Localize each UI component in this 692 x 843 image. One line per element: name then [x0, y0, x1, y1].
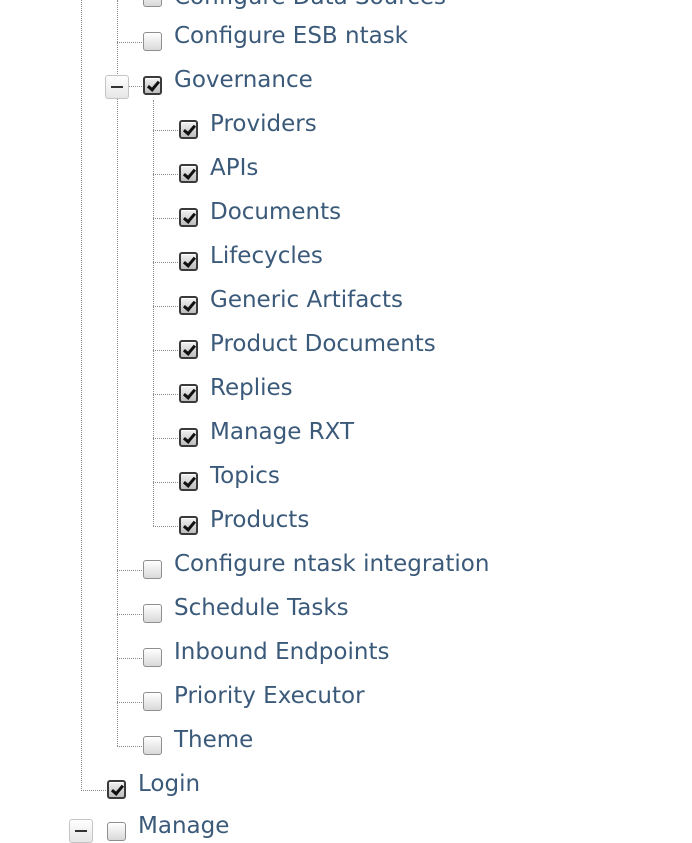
- checkbox-lifecycles[interactable]: [179, 252, 198, 271]
- tree-item-label-configure-ntask-integration[interactable]: Configure ntask integration: [174, 551, 489, 577]
- tree-connector: [117, 746, 142, 747]
- tree-connector: [117, 658, 142, 659]
- checkbox-configure-esb-ntask[interactable]: [143, 32, 162, 51]
- checkbox-documents[interactable]: [179, 208, 198, 227]
- tree-item-label-products[interactable]: Products: [210, 507, 309, 533]
- tree-item-label-manage-rxt[interactable]: Manage RXT: [210, 419, 354, 445]
- tree-connector: [117, 702, 142, 703]
- checkbox-providers[interactable]: [179, 120, 198, 139]
- tree-item-label-product-documents[interactable]: Product Documents: [210, 331, 436, 357]
- tree-item-label-theme[interactable]: Theme: [174, 727, 253, 753]
- tree-item-label-documents[interactable]: Documents: [210, 199, 341, 225]
- checkbox-theme[interactable]: [143, 736, 162, 755]
- tree-item-label-inbound-endpoints[interactable]: Inbound Endpoints: [174, 639, 389, 665]
- checkbox-product-documents[interactable]: [179, 340, 198, 359]
- tree-connector: [153, 394, 178, 395]
- tree-connector-level2: [117, 0, 118, 746]
- tree-item-label-manage[interactable]: Manage: [138, 813, 229, 839]
- checkbox-generic-artifacts[interactable]: [179, 296, 198, 315]
- tree-item-label-replies[interactable]: Replies: [210, 375, 293, 401]
- tree-connector: [153, 306, 178, 307]
- checkbox-topics[interactable]: [179, 472, 198, 491]
- checkbox-manage-rxt[interactable]: [179, 428, 198, 447]
- checkbox-apis[interactable]: [179, 164, 198, 183]
- tree-connector: [153, 174, 178, 175]
- collapse-toggle-governance[interactable]: [105, 75, 129, 99]
- tree-item-label-configure-data-sources[interactable]: Configure Data Sources: [174, 0, 446, 10]
- tree-connector: [117, 614, 142, 615]
- tree-connector-level3: [153, 100, 154, 526]
- collapse-toggle-manage[interactable]: [69, 819, 93, 843]
- checkbox-manage[interactable]: [107, 822, 126, 841]
- tree-connector: [153, 482, 178, 483]
- tree-connector: [153, 130, 178, 131]
- checkbox-login[interactable]: [107, 780, 126, 799]
- tree-item-label-providers[interactable]: Providers: [210, 111, 317, 137]
- checkbox-priority-executor[interactable]: [143, 692, 162, 711]
- checkbox-replies[interactable]: [179, 384, 198, 403]
- tree-item-label-apis[interactable]: APIs: [210, 155, 258, 181]
- checkbox-products[interactable]: [179, 516, 198, 535]
- tree-item-label-lifecycles[interactable]: Lifecycles: [210, 243, 323, 269]
- tree-item-label-schedule-tasks[interactable]: Schedule Tasks: [174, 595, 349, 621]
- tree-connector: [153, 438, 178, 439]
- checkbox-configure-data-sources[interactable]: [143, 0, 162, 7]
- tree-item-label-generic-artifacts[interactable]: Generic Artifacts: [210, 287, 403, 313]
- tree-item-label-priority-executor[interactable]: Priority Executor: [174, 683, 365, 709]
- tree-item-label-governance[interactable]: Governance: [174, 67, 313, 93]
- checkbox-configure-ntask-integration[interactable]: [143, 560, 162, 579]
- tree-connector: [153, 262, 178, 263]
- tree-connector: [153, 350, 178, 351]
- tree-connector: [153, 526, 178, 527]
- tree-item-label-topics[interactable]: Topics: [210, 463, 280, 489]
- tree-connector: [153, 218, 178, 219]
- tree-item-label-configure-esb-ntask[interactable]: Configure ESB ntask: [174, 23, 408, 49]
- checkbox-inbound-endpoints[interactable]: [143, 648, 162, 667]
- tree-connector: [117, 42, 142, 43]
- tree-connector: [81, 790, 106, 791]
- tree-item-label-login[interactable]: Login: [138, 771, 200, 797]
- tree-connector: [117, 570, 142, 571]
- checkbox-governance[interactable]: [143, 76, 162, 95]
- tree-connector: [129, 86, 142, 87]
- checkbox-schedule-tasks[interactable]: [143, 604, 162, 623]
- tree-connector-level1: [81, 0, 82, 789]
